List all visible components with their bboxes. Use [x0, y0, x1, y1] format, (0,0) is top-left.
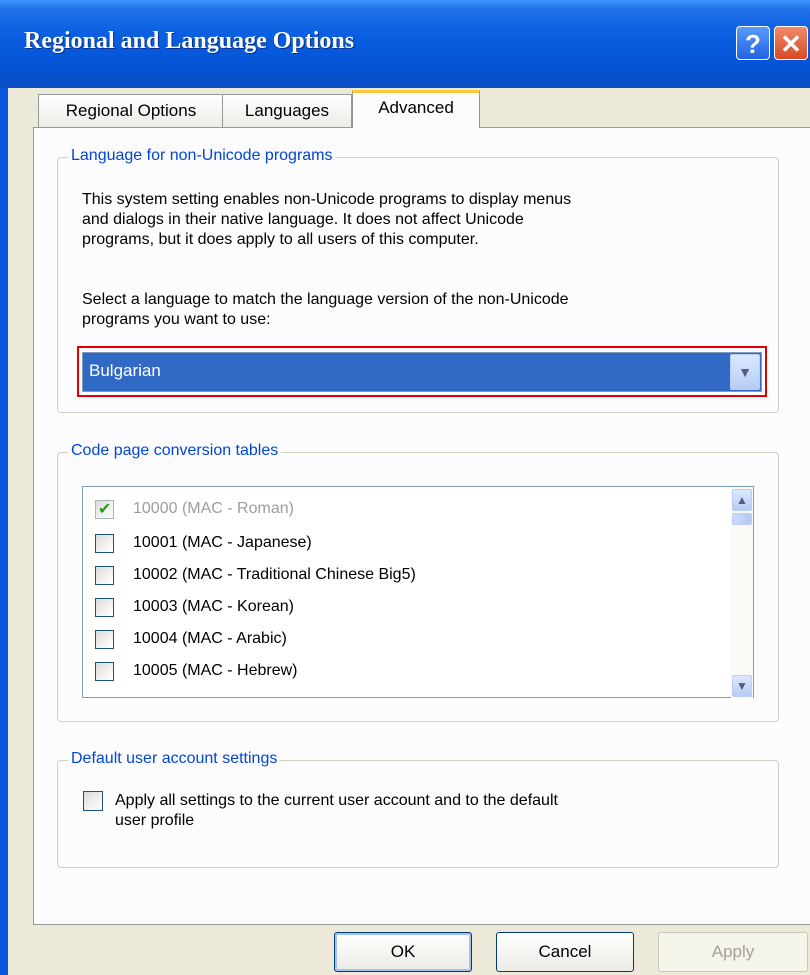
window-border: [0, 88, 8, 975]
non-unicode-legend: Language for non-Unicode programs: [68, 147, 336, 165]
dialog-window: Regional and Language Options ? ✕ Region…: [0, 0, 810, 975]
ok-button[interactable]: OK: [334, 932, 472, 972]
checkbox[interactable]: [95, 499, 114, 519]
checkbox[interactable]: [95, 566, 114, 585]
checkbox[interactable]: [95, 630, 114, 649]
window-title: Regional and Language Options: [24, 28, 355, 54]
language-select-prompt: Select a language to match the language …: [82, 291, 569, 328]
scrollbar-thumb[interactable]: [732, 513, 752, 525]
code-page-legend: Code page conversion tables: [68, 442, 282, 460]
tab-regional-options[interactable]: Regional Options: [38, 94, 224, 128]
apply-all-checkbox[interactable]: [83, 791, 103, 811]
apply-all-label[interactable]: Apply all settings to the current user a…: [115, 791, 558, 831]
language-select-value: Bulgarian: [89, 361, 161, 380]
language-select[interactable]: Bulgarian ▼: [82, 352, 762, 392]
default-user-legend: Default user account settings: [68, 750, 281, 768]
chevron-up-icon[interactable]: ▲: [732, 489, 752, 511]
title-bar[interactable]: Regional and Language Options ? ✕: [0, 0, 810, 88]
tab-languages[interactable]: Languages: [222, 94, 352, 128]
close-button[interactable]: ✕: [774, 26, 808, 60]
code-page-list[interactable]: 10000 (MAC - Roman) 10001 (MAC - Japanes…: [82, 486, 754, 699]
checkbox[interactable]: [95, 662, 114, 681]
cancel-button[interactable]: Cancel: [496, 932, 634, 972]
chevron-down-icon[interactable]: ▼: [732, 675, 752, 697]
tab-advanced[interactable]: Advanced: [352, 90, 480, 128]
help-button[interactable]: ?: [736, 26, 770, 60]
chevron-down-icon[interactable]: ▼: [730, 354, 760, 390]
apply-button[interactable]: Apply: [658, 932, 808, 972]
checkbox[interactable]: [95, 598, 114, 617]
list-scrollbar[interactable]: ▲ ▼: [731, 487, 753, 699]
checkbox[interactable]: [95, 534, 114, 553]
non-unicode-description: This system setting enables non-Unicode …: [82, 191, 572, 248]
